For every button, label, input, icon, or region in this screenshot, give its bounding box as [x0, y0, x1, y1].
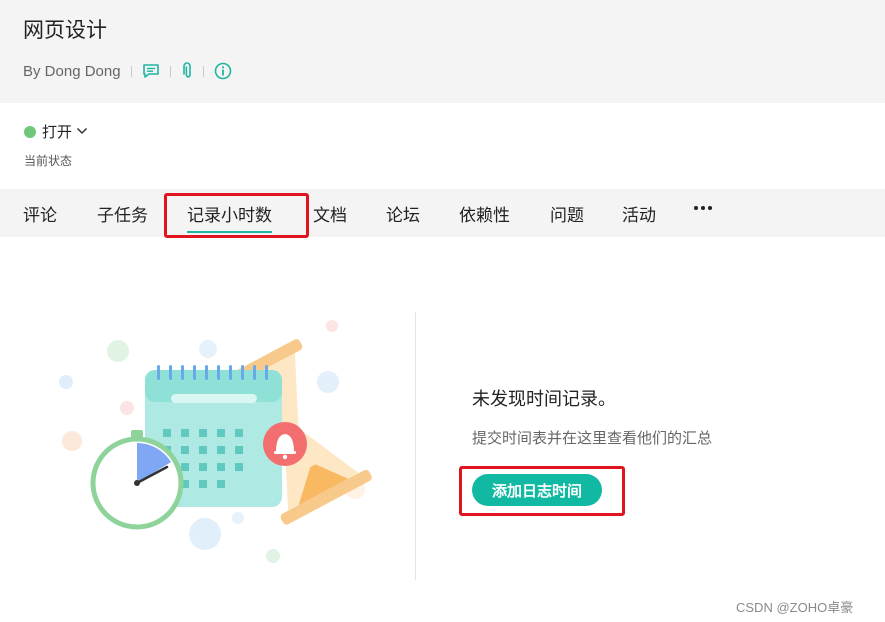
empty-state-illustration: [45, 310, 385, 580]
tab-dependencies[interactable]: 依赖性: [459, 201, 510, 226]
tab-subtasks[interactable]: 子任务: [97, 201, 148, 226]
status-dot: [24, 125, 36, 138]
status-caption: 当前状态: [24, 154, 73, 168]
comment-icon[interactable]: [142, 63, 160, 79]
status-value: 打开: [42, 124, 73, 141]
meta-divider: [130, 65, 132, 77]
tab-bar: 评论 子任务 记录小时数 文档 论坛 依赖性 问题 活动: [0, 189, 885, 237]
tab-comments[interactable]: 评论: [23, 201, 57, 226]
task-meta: By Dong Dong: [23, 62, 232, 80]
watermark: CSDN @ZOHO卓豪: [736, 600, 854, 615]
empty-state-title: 未发现时间记录。: [472, 389, 616, 409]
empty-state-subtitle: 提交时间表并在这里查看他们的汇总: [472, 430, 713, 447]
info-icon[interactable]: [214, 62, 232, 80]
task-author: By Dong Dong: [23, 62, 121, 80]
status-panel: 打开 当前状态: [0, 103, 885, 189]
tab-forums[interactable]: 论坛: [386, 201, 420, 226]
more-horizontal-icon[interactable]: [694, 206, 712, 210]
tab-issues[interactable]: 问题: [550, 201, 584, 226]
chevron-down-icon: [76, 123, 88, 140]
task-header: 网页设计 By Dong Dong: [0, 0, 885, 103]
status-dropdown[interactable]: 打开: [24, 121, 88, 142]
task-title: 网页设计: [23, 19, 107, 42]
tab-activity[interactable]: 活动: [622, 201, 656, 226]
panel-divider: [415, 312, 416, 580]
meta-divider: [202, 65, 204, 77]
attachment-icon[interactable]: [181, 62, 193, 80]
tab-documents[interactable]: 文档: [313, 201, 347, 226]
meta-divider: [169, 65, 171, 77]
tab-log-hours[interactable]: 记录小时数: [187, 201, 272, 233]
add-log-time-button[interactable]: 添加日志时间: [472, 474, 602, 506]
